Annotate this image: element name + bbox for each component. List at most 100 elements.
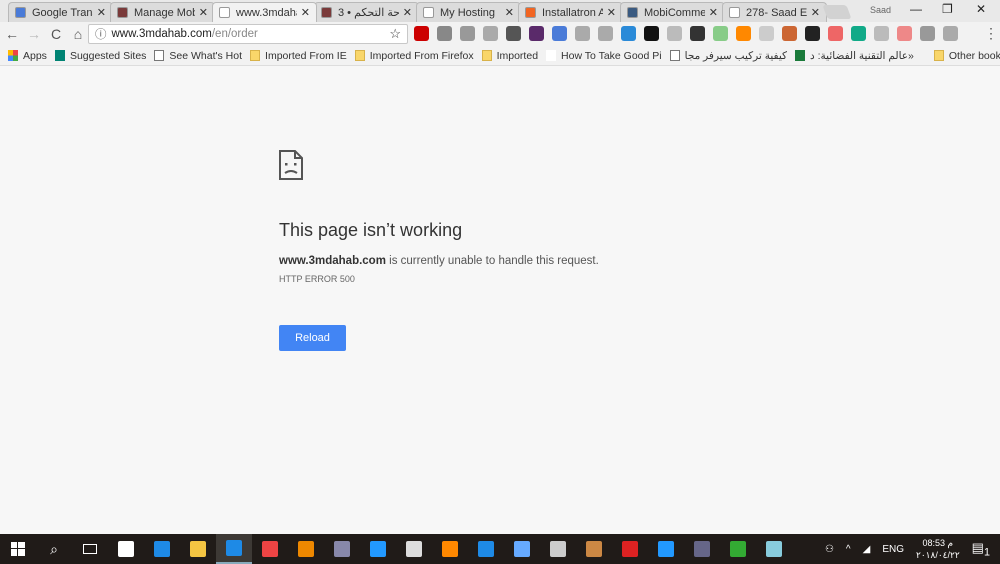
taskbar-app[interactable] [180, 534, 216, 564]
extension-icon[interactable] [437, 26, 452, 41]
extension-icon[interactable] [920, 26, 935, 41]
taskbar-app[interactable] [108, 534, 144, 564]
taskbar-app[interactable] [288, 534, 324, 564]
forward-button[interactable]: → [24, 26, 44, 42]
taskbar-app[interactable] [252, 534, 288, 564]
bookmark-item[interactable]: Apps [8, 50, 47, 62]
extension-icon[interactable] [598, 26, 613, 41]
clock-time: 08:53 م [922, 538, 954, 548]
bookmark-item[interactable]: Suggested Sites [54, 50, 146, 62]
taskbar-app[interactable] [468, 534, 504, 564]
close-window-button[interactable]: ✕ [976, 2, 986, 16]
tab[interactable]: My Hosting ✕ [416, 2, 521, 22]
tab-close-icon[interactable]: ✕ [505, 6, 514, 19]
tab-title: Manage Mobile [134, 6, 195, 19]
extension-icon[interactable] [552, 26, 567, 41]
tab[interactable]: لوحة التحكم • 3 ✕ [314, 2, 419, 22]
tab[interactable]: Manage Mobile ✕ [110, 2, 215, 22]
taskbar-app[interactable] [504, 534, 540, 564]
bookmark-item[interactable]: كيفية تركيب سيرفر مجا [669, 50, 787, 62]
tab-close-icon[interactable]: ✕ [97, 6, 106, 19]
extension-icon[interactable] [736, 26, 751, 41]
show-hidden-icons[interactable]: ^ [846, 544, 851, 555]
more-bookmarks-button[interactable]: » [908, 50, 914, 62]
extension-icon[interactable] [414, 26, 429, 41]
taskbar-app[interactable] [144, 534, 180, 564]
extension-icon[interactable] [690, 26, 705, 41]
notification-count: 1 [983, 546, 990, 559]
tab-close-icon[interactable]: ✕ [607, 6, 616, 19]
extension-icon[interactable] [621, 26, 636, 41]
tab-close-icon[interactable]: ✕ [811, 6, 820, 19]
taskbar-app[interactable] [756, 534, 792, 564]
tab[interactable]: Google Translate ✕ [8, 2, 113, 22]
bookmark-item[interactable]: عالم التقنية الفضائية: د [795, 50, 908, 62]
bookmark-item[interactable]: How To Take Good Pi [546, 50, 662, 62]
tab[interactable]: MobiCommerce ✕ [620, 2, 725, 22]
extension-icon[interactable] [644, 26, 659, 41]
extension-icon[interactable] [943, 26, 958, 41]
tab-close-icon[interactable]: ✕ [301, 6, 310, 19]
extension-icon[interactable] [759, 26, 774, 41]
taskbar-app[interactable] [684, 534, 720, 564]
people-icon[interactable]: ⚇ [825, 544, 834, 555]
tab-close-icon[interactable]: ✕ [199, 6, 208, 19]
clock[interactable]: 08:53 م ٢٠١٨/٠٤/٢٢ [916, 537, 960, 561]
bookmark-star-icon[interactable]: ☆ [389, 26, 401, 42]
tab-close-icon[interactable]: ✕ [403, 6, 412, 19]
extension-icon[interactable] [851, 26, 866, 41]
bookmark-item[interactable]: Imported From IE [250, 50, 347, 62]
profile-name[interactable]: Saad [870, 5, 891, 15]
minimize-button[interactable]: — [910, 2, 922, 16]
taskbar-app[interactable] [324, 534, 360, 564]
language-indicator[interactable]: ENG [882, 544, 904, 555]
info-icon[interactable]: ⓘ [95, 26, 107, 42]
extension-icon[interactable] [805, 26, 820, 41]
tab-close-icon[interactable]: ✕ [709, 6, 718, 19]
extension-icon[interactable] [506, 26, 521, 41]
bookmark-item[interactable]: Imported [481, 50, 538, 62]
taskbar-app[interactable] [720, 534, 756, 564]
tab[interactable]: 278- Saad Elaf ✕ [722, 2, 827, 22]
tab[interactable]: www.3mdahab.com ✕ [212, 2, 317, 22]
extension-icon[interactable] [483, 26, 498, 41]
reload-button-page[interactable]: Reload [279, 325, 346, 351]
taskbar-app[interactable] [540, 534, 576, 564]
start-button[interactable] [0, 534, 36, 564]
taskbar-app[interactable] [396, 534, 432, 564]
taskbar-app[interactable] [360, 534, 396, 564]
bookmark-item[interactable]: Imported From Firefox [354, 50, 474, 62]
new-tab-button[interactable] [822, 5, 852, 19]
back-button[interactable]: ← [2, 26, 22, 42]
task-view-icon [83, 544, 97, 554]
address-bar[interactable]: ⓘ www.3mdahab.com/en/order ☆ [88, 24, 408, 44]
system-tray: ⚇ ^ ◢ ENG 08:53 م ٢٠١٨/٠٤/٢٢ ▤1 [825, 534, 1000, 564]
taskbar-app[interactable] [612, 534, 648, 564]
extension-icon[interactable] [575, 26, 590, 41]
extension-icon[interactable] [529, 26, 544, 41]
extension-icon[interactable] [874, 26, 889, 41]
restore-button[interactable]: ❐ [942, 2, 953, 16]
extension-icon[interactable] [782, 26, 797, 41]
wifi-icon[interactable]: ◢ [863, 544, 871, 555]
taskbar-app[interactable] [648, 534, 684, 564]
extension-icon[interactable] [460, 26, 475, 41]
search-button[interactable]: ⌕ [36, 534, 72, 564]
extension-icon[interactable] [897, 26, 912, 41]
menu-icon[interactable]: ⋮ [984, 25, 998, 42]
home-button[interactable]: ⌂ [68, 26, 88, 42]
other-bookmarks[interactable]: Other bookmarks [933, 50, 1000, 62]
taskbar-app[interactable] [432, 534, 468, 564]
task-view-button[interactable] [72, 534, 108, 564]
tab-title: Google Translate [32, 6, 93, 19]
reload-button[interactable]: C [46, 26, 66, 42]
extension-icon[interactable] [828, 26, 843, 41]
bookmark-item[interactable]: See What's Hot [154, 50, 242, 62]
taskbar-app[interactable] [216, 534, 252, 564]
extension-icon[interactable] [667, 26, 682, 41]
tab-favicon-icon [423, 7, 434, 18]
notifications-icon[interactable]: ▤1 [972, 540, 990, 559]
extension-icon[interactable] [713, 26, 728, 41]
taskbar-app[interactable] [576, 534, 612, 564]
tab[interactable]: Installatron Ap ✕ [518, 2, 623, 22]
